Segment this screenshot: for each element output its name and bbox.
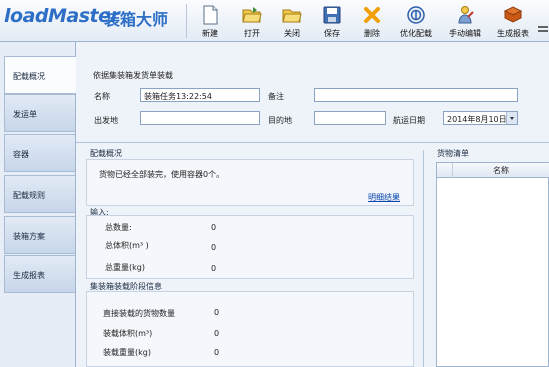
overview-message: 货物已经全部装完，使用容器0个。 <box>99 170 225 179</box>
total-volume-label: 总体积(m³ ) <box>105 241 149 250</box>
overview-panel: 配载概况 货物已经全部装完，使用容器0个。 明细结果 输入: 总数量: 0 总体… <box>82 143 422 367</box>
logo-text-cn: 装箱大师 <box>104 10 169 29</box>
sail-date-value: 2014年8月10日 <box>447 115 507 124</box>
nav-item-reports[interactable]: 生成报表 <box>4 255 75 293</box>
nav-item-shipping-order[interactable]: 发运单 <box>4 94 75 132</box>
report-button-label: 生成报表 <box>497 29 529 38</box>
report-book-icon <box>503 6 523 23</box>
origin-input[interactable] <box>140 111 260 125</box>
close-button-label: 关闭 <box>284 29 300 38</box>
close-folder-icon <box>282 9 302 23</box>
optimize-button[interactable]: 优化配载 <box>394 2 438 40</box>
save-disk-icon <box>323 6 341 24</box>
nav-item-overview[interactable]: 配载概况 <box>4 56 77 94</box>
toolbar: loadMaster 装箱大师 新建 打开 关闭 保存 删除 优化配载 手动编辑… <box>0 0 549 42</box>
detail-result-link[interactable]: 明细结果 <box>368 192 400 203</box>
total-volume-value: 0 <box>211 243 217 252</box>
overflow-icon <box>538 26 548 32</box>
total-weight-value: 0 <box>211 264 217 273</box>
cargo-grid[interactable]: 名称 <box>436 162 549 367</box>
remark-label: 备注 <box>268 92 284 101</box>
load-weight-label: 装载重量(kg) <box>103 348 151 357</box>
input-section: 总数量: 0 总体积(m³ ) 0 总重量(kg) 0 <box>86 215 414 279</box>
manual-edit-icon <box>458 6 474 24</box>
destination-input[interactable] <box>314 111 386 125</box>
delete-button-label: 删除 <box>364 29 380 38</box>
name-label: 名称 <box>94 92 110 101</box>
vertical-splitter[interactable] <box>419 150 428 367</box>
save-button[interactable]: 保存 <box>310 2 354 40</box>
new-button-label: 新建 <box>202 29 218 38</box>
column-header-name[interactable]: 名称 <box>453 165 549 176</box>
logo-text-en: loadMaster <box>4 5 120 27</box>
sail-date-picker[interactable]: 2014年8月10日 <box>443 111 518 125</box>
more-toolbar-icon[interactable] <box>535 2 549 40</box>
optimize-target-icon <box>407 6 425 24</box>
row-header-cell <box>437 163 453 178</box>
open-button[interactable]: 打开 <box>230 2 274 40</box>
sail-date-label: 航运日期 <box>393 116 425 125</box>
open-folder-icon <box>242 7 262 23</box>
open-button-label: 打开 <box>244 29 260 38</box>
new-button[interactable]: 新建 <box>188 2 232 40</box>
chevron-down-icon[interactable] <box>506 112 517 124</box>
delete-button[interactable]: 删除 <box>350 2 394 40</box>
remark-input[interactable] <box>314 88 518 102</box>
app-logo: loadMaster 装箱大师 <box>0 0 190 42</box>
optimize-button-label: 优化配载 <box>400 29 432 38</box>
overview-message-box: 货物已经全部装完，使用容器0个。 明细结果 <box>86 159 414 206</box>
manual-edit-button-label: 手动编辑 <box>449 29 481 38</box>
load-volume-value: 0 <box>214 329 220 338</box>
close-button[interactable]: 关闭 <box>270 2 314 40</box>
cargo-list-title: 货物清单 <box>437 149 469 158</box>
total-quantity-label: 总数量: <box>105 223 132 232</box>
direct-load-count-label: 直接装载的货物数量 <box>103 309 175 318</box>
direct-load-count-value: 0 <box>214 308 220 317</box>
save-button-label: 保存 <box>324 29 340 38</box>
origin-label: 出发地 <box>94 116 118 125</box>
cargo-grid-header: 名称 <box>437 163 549 178</box>
left-nav: 配载概况 发运单 容器 配载规则 装箱方案 生成报表 <box>0 42 77 367</box>
nav-item-container[interactable]: 容器 <box>4 134 75 172</box>
form-title: 依据集装箱发货单装载 <box>93 71 173 80</box>
toolbar-separator <box>186 4 187 38</box>
load-weight-value: 0 <box>214 348 220 357</box>
destination-label: 目的地 <box>268 116 292 125</box>
cargo-list-panel: 货物清单 名称 <box>432 143 549 367</box>
manual-edit-button[interactable]: 手动编辑 <box>443 2 487 40</box>
nav-item-packing-plan[interactable]: 装箱方案 <box>4 216 75 254</box>
delete-x-icon <box>364 7 380 23</box>
nav-item-loading-rules[interactable]: 配载规则 <box>4 175 75 213</box>
name-input[interactable]: 装箱任务13:22:54 <box>140 88 260 102</box>
total-quantity-value: 0 <box>211 223 217 232</box>
total-weight-label: 总重量(kg) <box>105 263 145 272</box>
new-document-icon <box>203 5 218 25</box>
load-volume-label: 装载体积(m³) <box>103 329 153 338</box>
report-button[interactable]: 生成报表 <box>491 2 535 40</box>
overview-title: 配载概况 <box>90 149 122 158</box>
stage-section: 直接装载的货物数量 0 装载体积(m³) 0 装载重量(kg) 0 <box>86 291 414 367</box>
